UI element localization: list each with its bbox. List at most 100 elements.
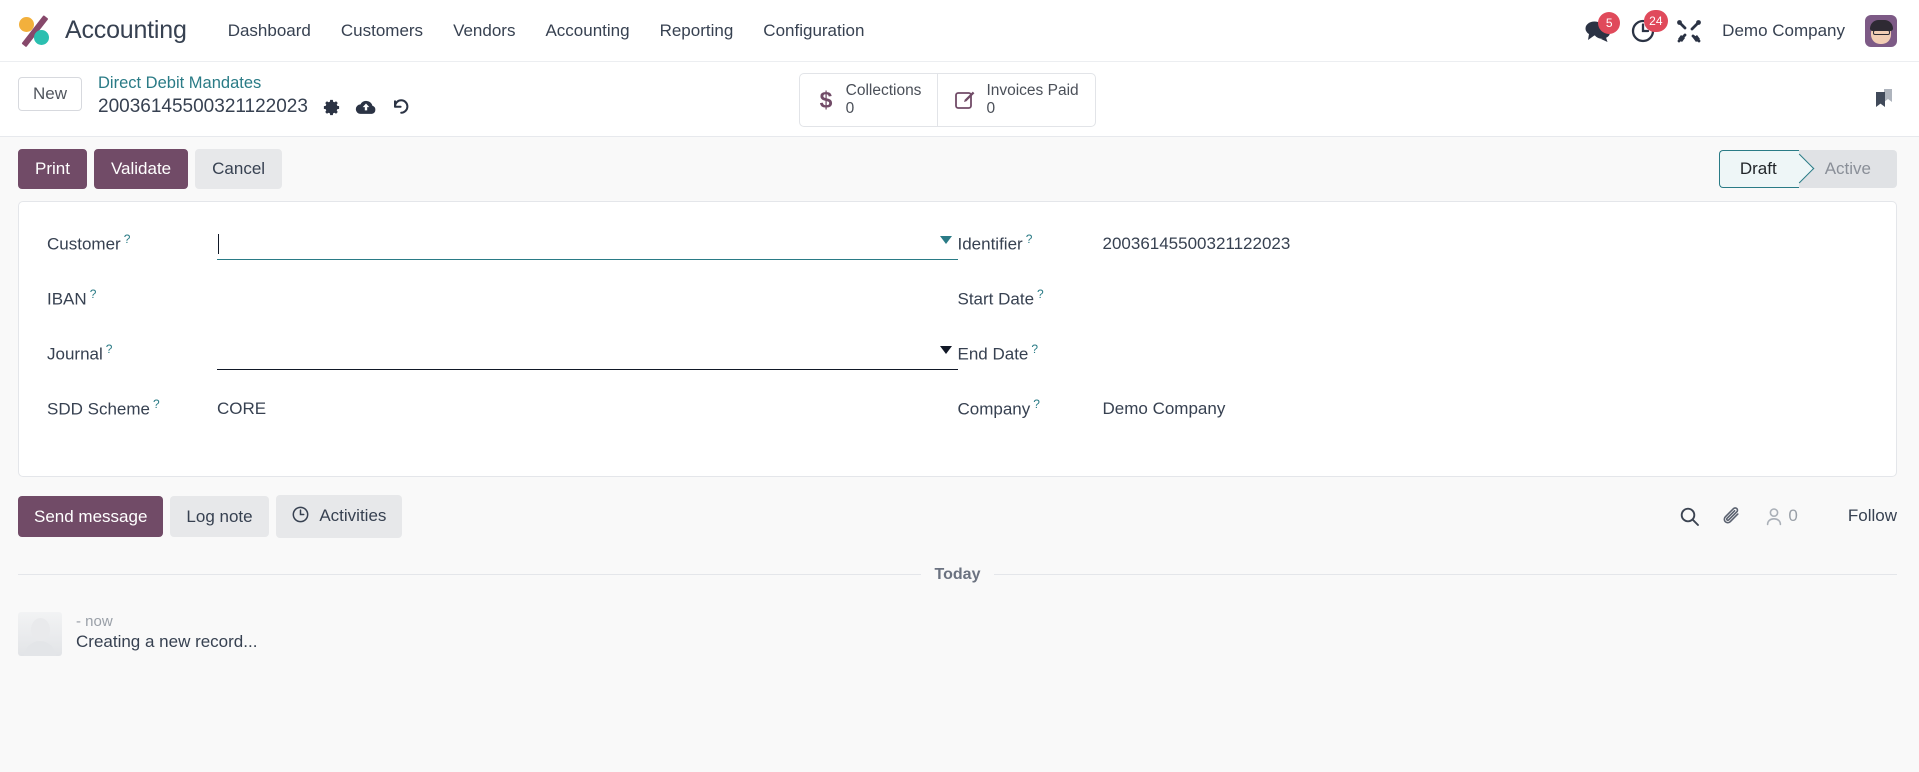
divider-line-right (994, 574, 1897, 576)
customer-input[interactable] (217, 230, 958, 260)
record-title: 20036145500321122023 (98, 96, 308, 118)
navbar-systray: 5 24 Demo Company (1585, 10, 1897, 47)
cancel-button[interactable]: Cancel (195, 148, 283, 189)
stat-value-collections: 0 (845, 99, 855, 117)
field-row-start-date: Start Date? (958, 281, 1869, 336)
field-sdd-scheme[interactable]: CORE (217, 391, 958, 419)
status-step-draft[interactable]: Draft (1718, 149, 1799, 188)
tooltip-icon[interactable]: ? (1031, 342, 1038, 356)
validate-button[interactable]: Validate (93, 148, 189, 189)
odoo-logo-icon (18, 14, 52, 48)
customer-dropdown-arrow[interactable] (939, 235, 952, 244)
app-name: Accounting (65, 16, 187, 44)
field-company: Demo Company (1103, 391, 1869, 419)
dollar-icon: $ (819, 87, 832, 113)
field-row-company: Company? Demo Company (958, 391, 1869, 446)
brand-home-link[interactable]: Accounting (18, 14, 187, 48)
field-label-end-date: End Date? (957, 341, 1039, 364)
field-row-end-date: End Date? (958, 336, 1869, 391)
text-cursor (218, 234, 219, 255)
messages-badge: 5 (1598, 11, 1621, 34)
undo-icon (393, 99, 409, 115)
chatter-toolbar: Send message Log note Activities 0 Follo… (18, 494, 1897, 538)
tooltip-icon[interactable]: ? (1033, 397, 1040, 411)
field-identifier: 20036145500321122023 (1103, 226, 1869, 254)
form-column-right: Identifier? 20036145500321122023 Start D… (958, 226, 1869, 446)
form-sheet-container: Customer? IBAN? Journal ? SDD Scheme ? C… (0, 200, 1919, 477)
status-bar: Draft Active (1718, 149, 1897, 188)
menu-item-reporting[interactable]: Reporting (645, 13, 749, 49)
gear-icon (323, 99, 340, 115)
tooltip-icon[interactable]: ? (1026, 232, 1033, 246)
form-column-left: Customer? IBAN? Journal ? SDD Scheme ? C… (47, 226, 958, 446)
chatter-actions: 0 Follow (1679, 506, 1897, 527)
bookmark-button[interactable] (1871, 71, 1897, 116)
activities-button[interactable]: Activities (275, 494, 403, 538)
search-messages-button[interactable] (1679, 506, 1700, 527)
menu-item-dashboard[interactable]: Dashboard (213, 13, 326, 49)
stat-button-collections[interactable]: $ Collections 0 (800, 74, 938, 126)
field-label-iban: IBAN? (47, 286, 97, 309)
field-label-customer: Customer? (47, 231, 131, 254)
company-switcher[interactable]: Demo Company (1722, 21, 1845, 41)
field-label-journal: Journal? (47, 341, 113, 364)
breadcrumb: Direct Debit Mandates 200361455003211220… (98, 71, 411, 119)
journal-input[interactable] (217, 340, 958, 370)
field-start-date[interactable] (1103, 281, 1869, 315)
pencil-square-icon (955, 91, 975, 109)
paperclip-icon (1723, 507, 1739, 524)
follow-button[interactable]: Follow (1848, 506, 1897, 526)
field-row-journal: Journal? (47, 336, 958, 391)
field-customer[interactable] (217, 226, 958, 260)
developer-tools-button[interactable] (1676, 19, 1702, 43)
breadcrumb-parent-link[interactable]: Direct Debit Mandates (98, 73, 411, 94)
tooltip-icon[interactable]: ? (153, 397, 160, 411)
clock-icon (292, 506, 314, 527)
field-end-date[interactable] (1103, 336, 1869, 370)
field-journal[interactable] (217, 336, 958, 370)
sdd-scheme-value: CORE (217, 398, 267, 418)
tools-icon (1677, 19, 1702, 42)
stat-label-collections: Collections (845, 82, 922, 99)
activities-button[interactable]: 24 (1631, 10, 1668, 43)
main-menu: Dashboard Customers Vendors Accounting R… (213, 13, 880, 49)
menu-item-vendors[interactable]: Vendors (438, 13, 530, 49)
journal-dropdown-arrow[interactable] (939, 345, 952, 354)
tooltip-icon[interactable]: ? (1037, 287, 1044, 301)
tooltip-icon[interactable]: ? (90, 287, 97, 301)
followers-button[interactable]: 0 (1765, 506, 1798, 526)
bookmark-icon (1875, 89, 1892, 107)
svg-text:$: $ (819, 87, 832, 113)
company-value: Demo Company (1102, 398, 1226, 418)
field-row-identifier: Identifier? 20036145500321122023 (958, 226, 1869, 281)
menu-item-accounting[interactable]: Accounting (530, 13, 644, 49)
tooltip-icon[interactable]: ? (106, 342, 113, 356)
start-date-value (1103, 285, 1869, 315)
followers-count: 0 (1788, 506, 1798, 526)
gear-menu-button[interactable] (322, 98, 341, 117)
messages-button[interactable]: 5 (1585, 11, 1621, 42)
message-text: Creating a new record... (76, 631, 258, 651)
field-label-company: Company? (957, 396, 1040, 419)
activities-badge: 24 (1644, 10, 1668, 32)
attachments-button[interactable] (1722, 506, 1743, 527)
action-bar: Print Validate Cancel Draft Active (0, 136, 1919, 201)
field-iban[interactable] (217, 281, 958, 315)
menu-item-configuration[interactable]: Configuration (748, 13, 879, 49)
cloud-upload-icon (355, 100, 376, 114)
person-icon (1767, 508, 1782, 526)
log-note-button[interactable]: Log note (170, 495, 269, 537)
user-avatar[interactable] (1865, 14, 1897, 47)
message-meta: - now (76, 612, 113, 630)
field-label-identifier: Identifier? (957, 231, 1033, 254)
menu-item-customers[interactable]: Customers (326, 13, 438, 49)
print-button[interactable]: Print (18, 148, 87, 189)
tooltip-icon[interactable]: ? (124, 232, 131, 246)
chatter: Send message Log note Activities 0 Follo… (0, 477, 1919, 538)
new-record-button[interactable]: New (18, 77, 83, 111)
stat-button-invoices-paid[interactable]: Invoices Paid 0 (937, 74, 1094, 126)
send-message-button[interactable]: Send message (18, 495, 164, 537)
divider-line-left (18, 574, 921, 576)
save-record-button[interactable] (355, 98, 377, 117)
discard-changes-button[interactable] (391, 97, 411, 117)
